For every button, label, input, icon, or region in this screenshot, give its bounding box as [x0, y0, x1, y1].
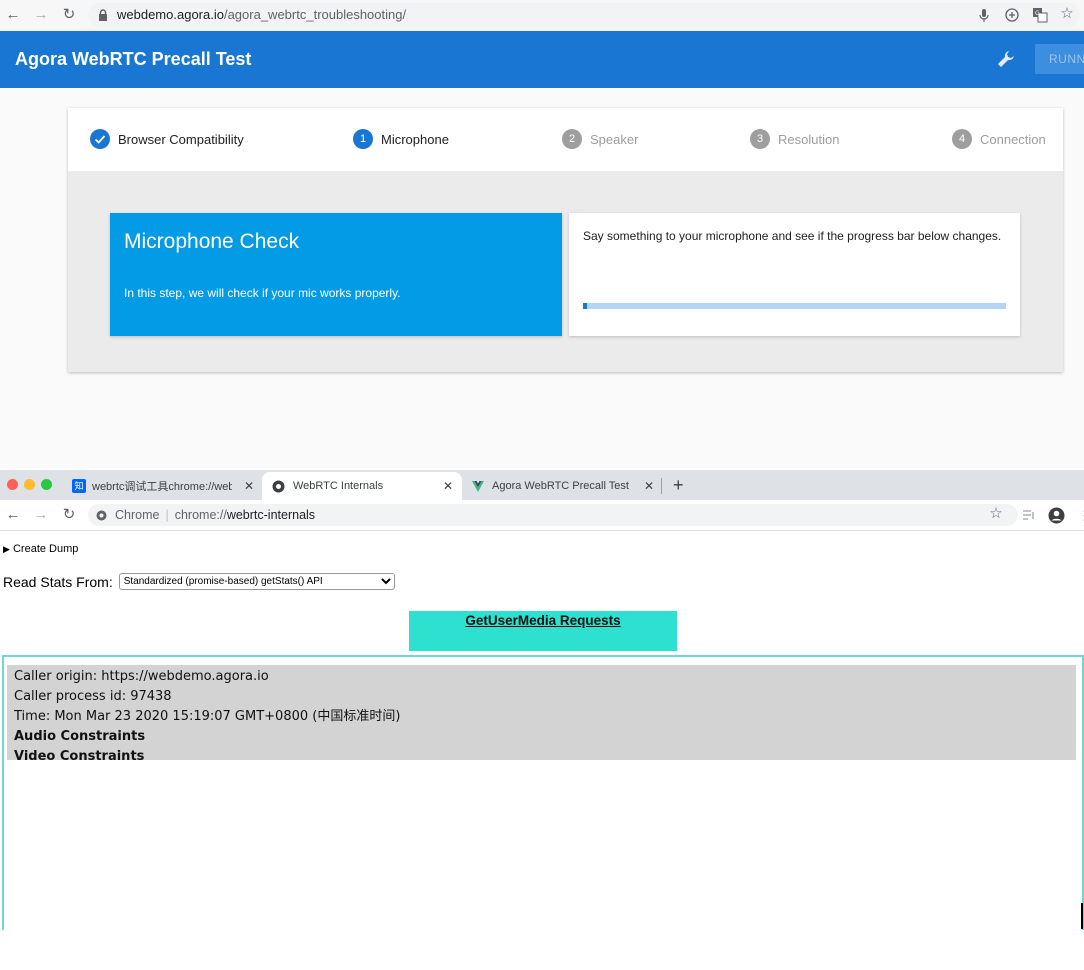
back-icon[interactable]: ← — [4, 506, 22, 524]
translate-icon[interactable]: G — [1032, 7, 1048, 23]
mic-level-progress-bar — [583, 303, 1006, 309]
read-stats-row: Read Stats From: Standardized (promise-b… — [3, 573, 395, 590]
url-separator: | — [165, 508, 169, 522]
read-stats-label: Read Stats From: — [3, 573, 113, 590]
reading-list-icon[interactable] — [1022, 509, 1036, 521]
mic-check-content-card: Say something to your microphone and see… — [569, 213, 1020, 336]
gum-tab-label: GetUserMedia Requests — [465, 613, 621, 628]
text-cursor — [1081, 903, 1083, 929]
chrome-icon — [96, 510, 107, 520]
reload-icon[interactable]: ↻ — [60, 506, 78, 524]
window-maximize-icon[interactable] — [41, 479, 52, 490]
chrome-icon — [272, 480, 285, 492]
step-label: Browser Compatibility — [118, 131, 244, 147]
menu-dots-icon[interactable]: ⋮ — [1078, 508, 1084, 524]
caller-origin: Caller origin: https://webdemo.agora.io — [14, 669, 269, 684]
window-close-icon[interactable] — [7, 479, 18, 490]
step-label: Speaker — [590, 131, 639, 147]
check-icon — [90, 129, 110, 149]
step-number: 4 — [952, 129, 972, 149]
browser-toolbar: ← → ↻ webdemo.agora.io/agora_webrtc_trou… — [0, 0, 1084, 31]
vue-icon — [472, 480, 484, 492]
getusermedia-entry: Caller origin: https://webdemo.agora.io … — [7, 665, 1076, 764]
profile-icon[interactable] — [1048, 507, 1065, 524]
tab-webrtc-tools[interactable]: 知 webrtc调试工具chrome://webr ✕ — [66, 472, 260, 500]
tab-webrtc-internals[interactable]: WebRTC Internals ✕ — [262, 472, 462, 500]
tab-getusermedia-requests[interactable]: GetUserMedia Requests — [409, 611, 677, 651]
url-prefix: chrome:// — [174, 508, 227, 522]
step-number: 1 — [353, 129, 373, 149]
caller-process-id: Caller process id: 97438 — [14, 689, 172, 704]
url-host: webdemo.agora.io — [117, 7, 224, 22]
bookmark-star-icon[interactable]: ☆ — [987, 505, 1005, 523]
create-dump-toggle[interactable]: ▶ Create Dump — [3, 543, 78, 555]
close-tab-icon[interactable]: ✕ — [244, 479, 254, 493]
url-host: webrtc-internals — [226, 508, 316, 522]
close-tab-icon[interactable]: ✕ — [644, 479, 654, 493]
app-bar: Agora WebRTC Precall Test RUNN — [0, 31, 1084, 88]
disclosure-triangle-icon: ▶ — [3, 544, 10, 554]
url-scheme-label: Chrome — [115, 508, 160, 522]
tab-label: Agora WebRTC Precall Test — [492, 480, 629, 492]
window-minimize-icon[interactable] — [24, 479, 35, 490]
step-number: 2 — [562, 129, 582, 149]
step-speaker[interactable]: 2 Speaker — [562, 129, 638, 149]
step-label: Microphone — [381, 131, 449, 147]
getusermedia-panel: Caller origin: https://webdemo.agora.io … — [2, 655, 1084, 930]
read-stats-select[interactable]: Standardized (promise-based) getStats() … — [118, 573, 395, 590]
forward-icon[interactable]: → — [32, 506, 50, 524]
tab-label: webrtc调试工具chrome://webr — [92, 481, 232, 493]
url-text[interactable]: webdemo.agora.io/agora_webrtc_troublesho… — [117, 7, 406, 22]
step-resolution[interactable]: 3 Resolution — [750, 129, 839, 149]
audio-constraints: Audio Constraints — [14, 729, 146, 744]
new-tab-icon[interactable]: + — [673, 475, 684, 496]
back-icon[interactable]: ← — [4, 6, 22, 24]
mic-check-instruction: Say something to your microphone and see… — [583, 229, 1002, 243]
request-time: Time: Mon Mar 23 2020 15:19:07 GMT+0800 … — [14, 709, 401, 724]
tab-label: WebRTC Internals — [293, 480, 384, 492]
tab-divider — [661, 478, 662, 494]
lock-icon — [99, 9, 107, 21]
svg-text:G: G — [1035, 10, 1040, 17]
wrench-icon[interactable] — [996, 49, 1016, 69]
step-number: 3 — [750, 129, 770, 149]
mic-level-fill — [583, 303, 588, 309]
mic-check-title: Microphone Check — [124, 230, 300, 253]
mic-check-header-card: Microphone Check In this step, we will c… — [110, 213, 562, 336]
mic-check-description: In this step, we will check if your mic … — [124, 286, 401, 300]
add-circle-icon[interactable] — [1005, 8, 1019, 22]
step-connection[interactable]: 4 Connection — [952, 129, 1046, 149]
reload-icon[interactable]: ↻ — [60, 6, 78, 24]
step-browser-compatibility[interactable]: Browser Compatibility — [90, 129, 244, 149]
tab-agora-precall[interactable]: Agora WebRTC Precall Test ✕ — [466, 472, 662, 500]
bookmark-star-icon[interactable]: ☆ — [1058, 5, 1076, 23]
create-dump-label: Create Dump — [12, 543, 79, 555]
url-text[interactable]: Chrome | chrome://webrtc-internals — [96, 508, 315, 522]
microphone-icon[interactable] — [978, 8, 990, 23]
run-button[interactable]: RUNN — [1035, 44, 1084, 74]
stepper-header: Browser Compatibility 1 Microphone 2 Spe… — [68, 108, 1063, 171]
video-constraints: Video Constraints — [14, 749, 145, 764]
step-microphone[interactable]: 1 Microphone — [353, 129, 449, 149]
forward-icon[interactable]: → — [32, 6, 50, 24]
zhihu-icon: 知 — [72, 479, 86, 493]
step-label: Connection — [980, 131, 1046, 147]
close-tab-icon[interactable]: ✕ — [443, 479, 453, 493]
browser-toolbar-2: ← → ↻ Chrome | chrome://webrtc-internals… — [0, 500, 1084, 531]
url-path: /agora_webrtc_troubleshooting/ — [223, 7, 407, 22]
page-title: Agora WebRTC Precall Test — [15, 49, 252, 69]
step-label: Resolution — [778, 131, 840, 147]
